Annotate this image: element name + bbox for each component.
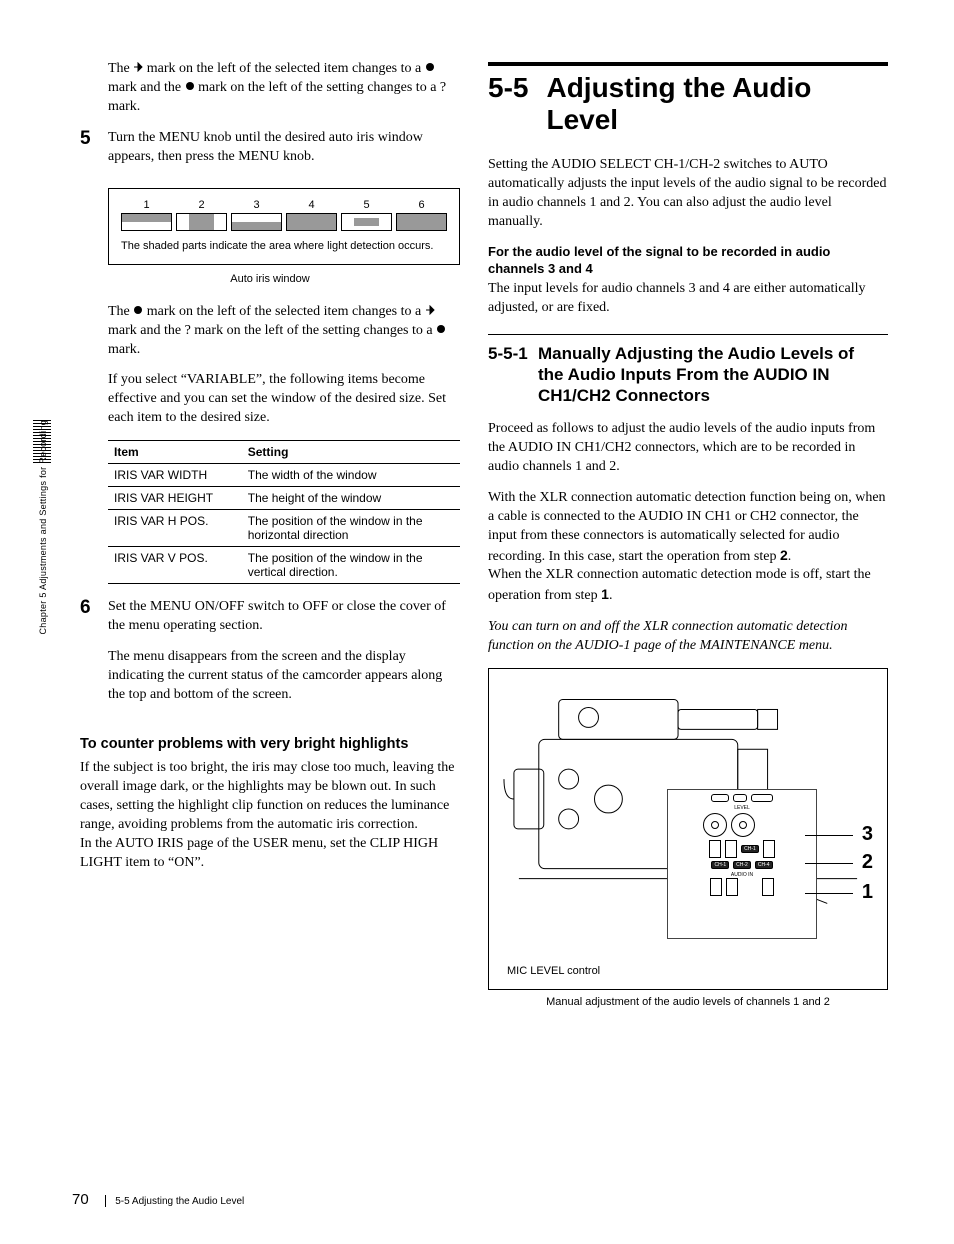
iris-label: 4	[286, 199, 337, 211]
slider-icon	[711, 794, 729, 802]
table-row: IRIS VAR V POS.The position of the windo…	[108, 547, 460, 584]
level-panel: LEVEL CH-1 CH-1 CH-2	[667, 789, 817, 939]
filled-circle-icon	[436, 324, 446, 334]
table-row: IRIS VAR WIDTHThe width of the window	[108, 464, 460, 487]
right-column: 5-5 Adjusting the Audio Level Setting the…	[488, 60, 888, 1204]
filled-circle-icon	[133, 305, 143, 315]
iris-label: 5	[341, 199, 392, 211]
step-number: 5	[80, 129, 108, 179]
highlights-heading: To counter problems with very bright hig…	[80, 735, 460, 754]
callout-line	[805, 835, 853, 836]
ch34-text: The input levels for audio channels 3 an…	[488, 280, 888, 318]
mic-level-label: MIC LEVEL control	[507, 965, 600, 977]
xlr-text: With the XLR connection automatic detect…	[488, 489, 888, 606]
step-6: 6 Set the MENU ON/OFF switch to OFF or c…	[80, 598, 460, 716]
iris-box-1	[121, 213, 172, 231]
iris-label: 6	[396, 199, 447, 211]
ch-label: CH-1	[741, 845, 759, 853]
arrow-icon	[425, 305, 435, 315]
camera-diagram: LEVEL CH-1 CH-1 CH-2	[488, 668, 888, 990]
switch-icon	[725, 840, 737, 858]
variable-intro-text: If you select “VARIABLE”, the following …	[108, 371, 460, 428]
iris-box-5	[341, 213, 392, 231]
table-header: Item	[108, 441, 242, 464]
page: Chapter 5 Adjustments and Settings for R…	[0, 0, 954, 1244]
step-text: Set the MENU ON/OFF switch to OFF or clo…	[108, 598, 460, 636]
table-row: IRIS VAR HEIGHTThe height of the window	[108, 487, 460, 510]
switch-icon	[709, 840, 721, 858]
level-knob	[703, 813, 727, 837]
subsection-number: 5-5-1	[488, 343, 538, 364]
highlights-body: If the subject is too bright, the iris m…	[80, 759, 460, 872]
subsection-heading: 5-5-1Manually Adjusting the Audio Levels…	[488, 343, 888, 407]
iris-label: 3	[231, 199, 282, 211]
iris-settings-table: Item Setting IRIS VAR WIDTHThe width of …	[108, 440, 460, 584]
proceed-text: Proceed as follows to adjust the audio l…	[488, 420, 888, 477]
footer-divider	[105, 1195, 106, 1207]
section-title: Adjusting the Audio Level	[546, 72, 856, 136]
callout-line	[805, 893, 853, 894]
filled-circle-icon	[185, 81, 195, 91]
step-ref-2: 2	[780, 547, 788, 563]
table-row: IRIS VAR H POS.The position of the windo…	[108, 510, 460, 547]
level-knob	[731, 813, 755, 837]
step-ref-1: 1	[601, 586, 609, 602]
section-heading: 5-5 Adjusting the Audio Level	[488, 72, 888, 136]
xlr-note-italic: You can turn on and off the XLR connecti…	[488, 618, 888, 656]
iris-caption: Auto iris window	[80, 273, 460, 285]
switch-icon	[763, 840, 775, 858]
section-number: 5-5	[488, 72, 528, 104]
ch-label: CH-4	[755, 861, 773, 869]
iris-label: 2	[176, 199, 227, 211]
page-number: 70	[72, 1191, 89, 1208]
page-footer: 70 5-5 Adjusting the Audio Level	[72, 1191, 244, 1208]
switch-icon	[762, 878, 774, 896]
section-divider	[488, 62, 888, 66]
left-column: The mark on the left of the selected ite…	[80, 60, 460, 1204]
table-header: Setting	[242, 441, 460, 464]
step-5: 5 Turn the MENU knob until the desired a…	[80, 129, 460, 179]
camera-caption: Manual adjustment of the audio levels of…	[488, 996, 888, 1008]
switch-icon	[710, 878, 722, 896]
mark-change-text-1: The mark on the left of the selected ite…	[108, 60, 460, 117]
iris-box-3	[231, 213, 282, 231]
callout-3: 3	[862, 823, 873, 846]
iris-box-6	[396, 213, 447, 231]
callout-2: 2	[862, 851, 873, 874]
callout-line	[805, 863, 853, 864]
subsection-title: Manually Adjusting the Audio Levels of t…	[538, 343, 868, 407]
slider-icon	[751, 794, 773, 802]
iris-box-2	[176, 213, 227, 231]
auto-iris-diagram: 1 2 3 4 5 6 The shaded parts indicate th…	[108, 188, 460, 264]
subheading-ch34: For the audio level of the signal to be …	[488, 244, 888, 278]
step-text: Turn the MENU knob until the desired aut…	[108, 129, 460, 167]
step-followup-text: The menu disappears from the screen and …	[108, 648, 460, 705]
filled-circle-icon	[425, 62, 435, 72]
iris-label: 1	[121, 199, 172, 211]
arrow-icon	[133, 62, 143, 72]
subsection-divider	[488, 334, 888, 335]
callout-1: 1	[862, 881, 873, 904]
ch-label: CH-2	[733, 861, 751, 869]
step-number: 6	[80, 598, 108, 716]
iris-box-4	[286, 213, 337, 231]
slider-icon	[733, 794, 747, 802]
switch-icon	[726, 878, 738, 896]
panel-level-label: LEVEL	[672, 805, 812, 811]
intro-text: Setting the AUDIO SELECT CH-1/CH-2 switc…	[488, 156, 888, 232]
ch-label: CH-1	[711, 861, 729, 869]
content-columns: The mark on the left of the selected ite…	[80, 60, 904, 1204]
iris-note: The shaded parts indicate the area where…	[121, 239, 447, 253]
chapter-sidebar-label: Chapter 5 Adjustments and Settings for R…	[38, 420, 48, 635]
footer-section-title: 5-5 Adjusting the Audio Level	[115, 1196, 244, 1207]
mark-change-text-2: The mark on the left of the selected ite…	[108, 303, 460, 360]
